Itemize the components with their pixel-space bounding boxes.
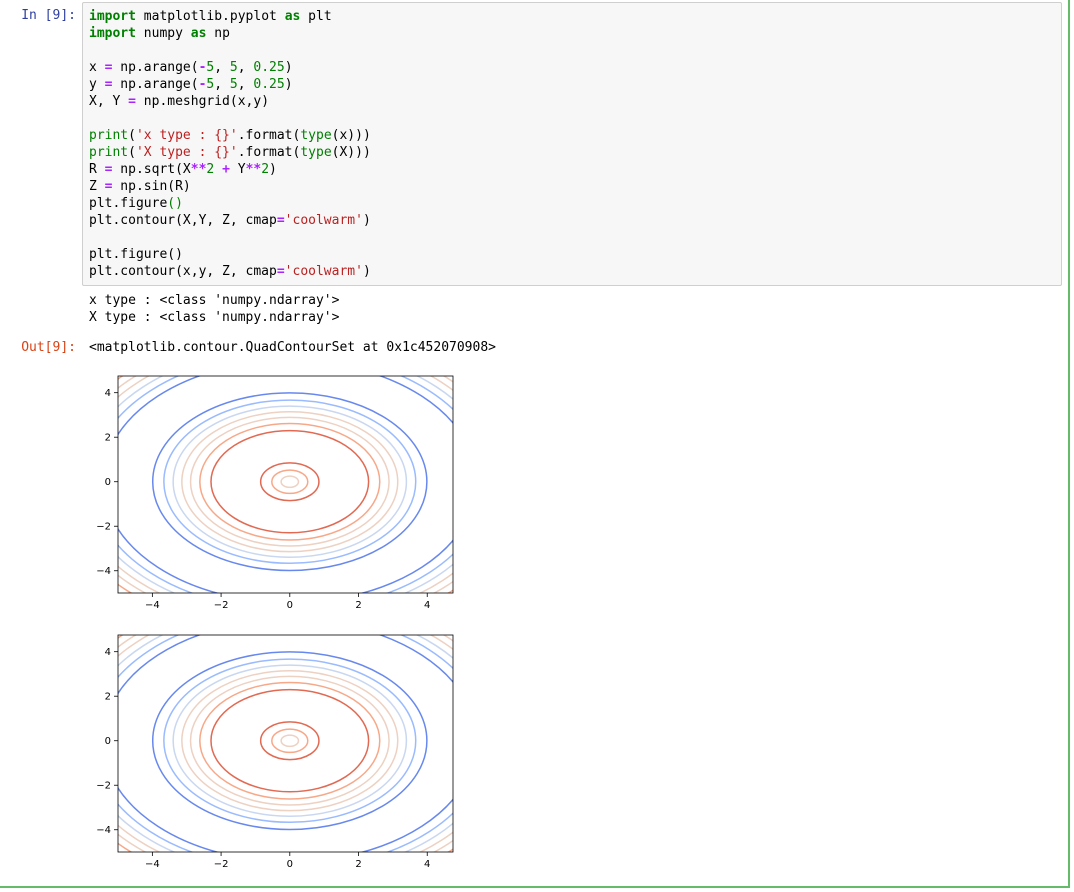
contour-lines [118,376,453,593]
x-tick-label: −4 [145,600,160,610]
contour-line [172,405,408,559]
contour-line [210,429,370,534]
contour-plot-1: −4 −2 0 2 4 −4 −2 0 2 4 [88,370,468,610]
code-line: import numpy as np [89,26,230,41]
y-tick-label: −2 [96,522,111,533]
contour-line [271,728,309,754]
y-tick-label: 2 [105,433,111,444]
contour-line [163,399,417,565]
output-repr: <matplotlib.contour.QuadContourSet at 0x… [89,340,496,355]
contour-line [271,469,309,495]
y-tick-label: −4 [96,566,111,577]
x-tick-label: 0 [287,600,293,610]
code-line: import matplotlib.pyplot as plt [89,9,332,24]
stdout-line: X type : <class 'numpy.ndarray'> [89,310,340,325]
contour-line [151,651,428,831]
contour-plot-2: −4 −2 0 2 4 −4 −2 0 2 4 [88,629,468,869]
y-tick-label: 2 [105,692,111,703]
contour-line [199,422,381,541]
output-prompt: Out[9]: [21,340,76,355]
contour-line [172,664,408,818]
contour-line [163,658,417,824]
contour-line [210,688,370,793]
code-editor[interactable]: import matplotlib.pyplot as plt import nu… [82,2,1062,286]
code-line: Z = np.sin(R) [89,179,191,194]
x-tick-label: 0 [287,859,293,869]
code-line: plt.figure() [89,196,183,211]
code-line: plt.contour(x,y, Z, cmap='coolwarm') [89,264,371,279]
x-tick-label: −2 [214,600,229,610]
axes-frame [117,634,454,853]
code-line: print('X type : {}'.format(type(X))) [89,145,371,160]
code-line: X, Y = np.meshgrid(x,y) [89,94,270,109]
code-text[interactable]: import matplotlib.pyplot as plt import nu… [83,3,1061,285]
axes-frame [117,375,454,594]
input-prompt: In [9]: [21,8,76,23]
y-tick-label: −4 [96,825,111,836]
x-tick-label: 2 [355,859,361,869]
code-line: y = np.arange(-5, 5, 0.25) [89,77,293,92]
x-tick-label: −2 [214,859,229,869]
y-tick-label: −2 [96,781,111,792]
x-tick-label: 2 [355,600,361,610]
contour-chart-1-svg: −4 −2 0 2 4 −4 −2 0 2 4 [96,375,454,610]
code-line: x = np.arange(-5, 5, 0.25) [89,60,293,75]
contour-line [181,411,399,553]
contour-lines [118,635,453,852]
code-line: R = np.sqrt(X**2 + Y**2) [89,162,277,177]
code-line: plt.figure() [89,247,183,262]
contour-line [259,721,320,761]
x-tick-label: 4 [424,859,430,869]
code-line: print('x type : {}'.format(type(x))) [89,128,371,143]
contour-line [189,675,390,806]
contour-line [259,462,320,502]
code-line: plt.contour(X,Y, Z, cmap='coolwarm') [89,213,371,228]
y-tick-label: 0 [105,736,111,747]
y-tick-label: 0 [105,477,111,488]
contour-line [280,734,300,748]
y-tick-label: 4 [105,647,111,658]
contour-line [280,475,300,489]
y-tick-label: 4 [105,388,111,399]
x-tick-label: −4 [145,859,160,869]
stdout-line: x type : <class 'numpy.ndarray'> [89,293,340,308]
x-tick-label: 4 [424,600,430,610]
stdout-output: x type : <class 'numpy.ndarray'> X type :… [89,292,339,326]
contour-line [199,681,381,800]
contour-chart-2-svg: −4 −2 0 2 4 −4 −2 0 2 4 [96,634,454,869]
contour-line [181,670,399,812]
contour-line [151,392,428,572]
contour-line [189,416,390,547]
